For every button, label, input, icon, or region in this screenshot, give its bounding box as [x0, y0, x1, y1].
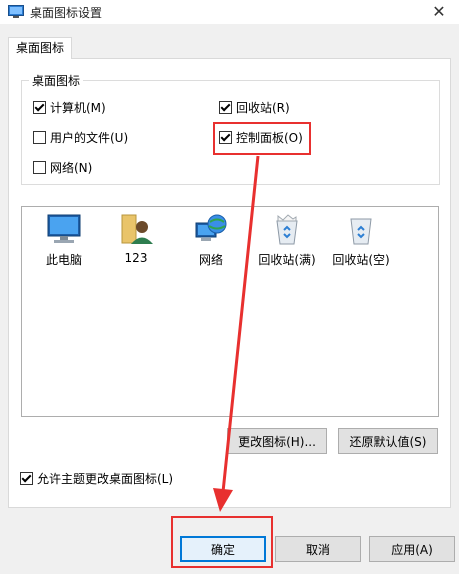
tab-desktop-icons[interactable]: 桌面图标 [8, 37, 72, 59]
annotation-arrow [213, 155, 260, 512]
tab-label: 桌面图标 [15, 41, 64, 55]
